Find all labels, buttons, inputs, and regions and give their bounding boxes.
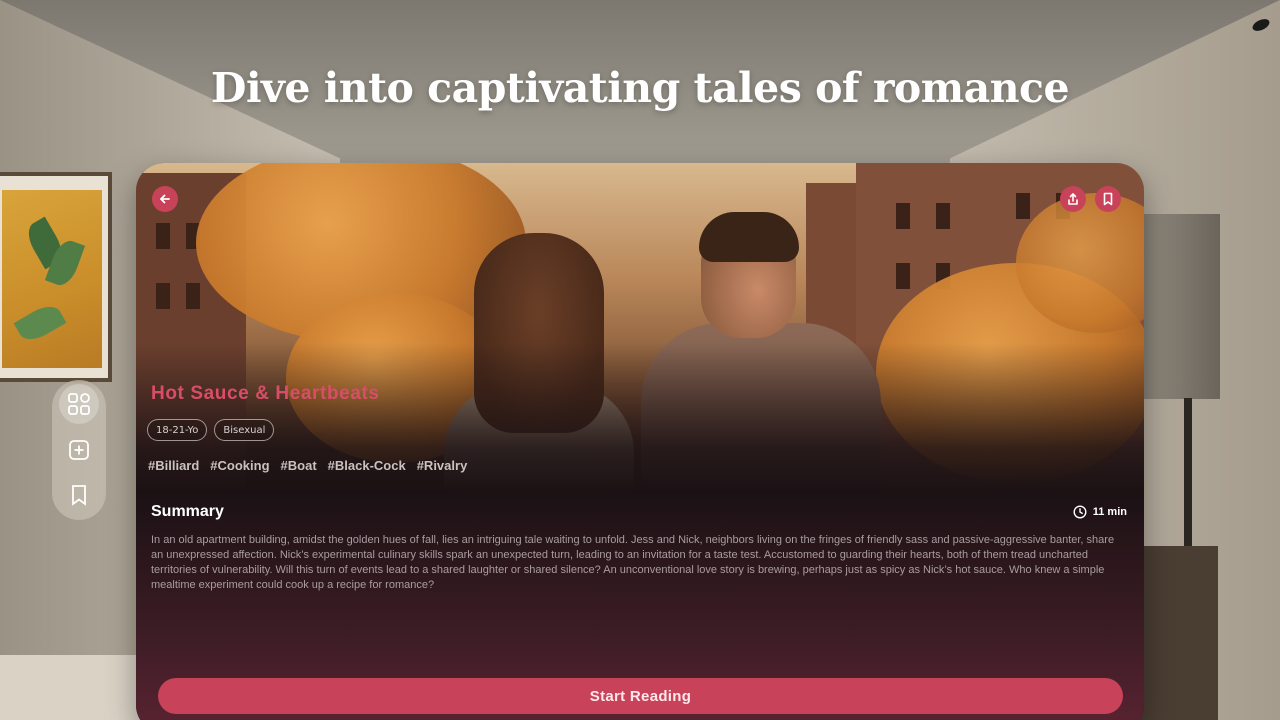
create-story-button[interactable] (59, 430, 99, 470)
side-toolbar (52, 380, 106, 520)
story-hashtags: #Billiard #Cooking #Boat #Black-Cock #Ri… (148, 458, 467, 473)
hashtag-item: #Black-Cock (327, 458, 406, 473)
wall-painting (0, 172, 112, 382)
grid-icon (68, 393, 90, 415)
floor-lamp-pole (1184, 398, 1192, 568)
share-button[interactable] (1060, 186, 1086, 212)
tag-orientation: Bisexual (214, 419, 275, 441)
story-card: Hot Sauce & Heartbeats 18-21-Yo Bisexual… (136, 163, 1144, 720)
saved-stories-button[interactable] (59, 475, 99, 515)
bookmark-icon (72, 485, 86, 506)
start-reading-button[interactable]: Start Reading (158, 678, 1123, 714)
hashtag-item: #Cooking (210, 458, 270, 473)
reading-time: 11 min (1073, 505, 1127, 519)
hashtag-item: #Billiard (148, 458, 200, 473)
page-headline: Dive into captivating tales of romance (210, 64, 1070, 112)
hashtag-item: #Boat (280, 458, 317, 473)
story-tags: 18-21-Yo Bisexual (147, 419, 275, 441)
tag-age: 18-21-Yo (147, 419, 208, 441)
hashtag-item: #Rivalry (416, 458, 468, 473)
reading-time-label: 11 min (1092, 506, 1127, 518)
add-square-icon (69, 440, 89, 460)
summary-text: In an old apartment building, amidst the… (151, 534, 1115, 591)
clock-icon (1073, 505, 1087, 519)
arrow-left-icon (160, 194, 170, 204)
door-frame (0, 655, 140, 720)
back-button[interactable] (152, 186, 178, 212)
story-title: Hot Sauce & Heartbeats (151, 383, 380, 404)
library-button[interactable] (59, 384, 99, 424)
story-cover-image (136, 163, 1144, 493)
share-icon (1068, 193, 1078, 205)
bookmark-icon (1103, 192, 1113, 206)
summary-heading: Summary (151, 503, 224, 520)
bookmark-button[interactable] (1095, 186, 1121, 212)
